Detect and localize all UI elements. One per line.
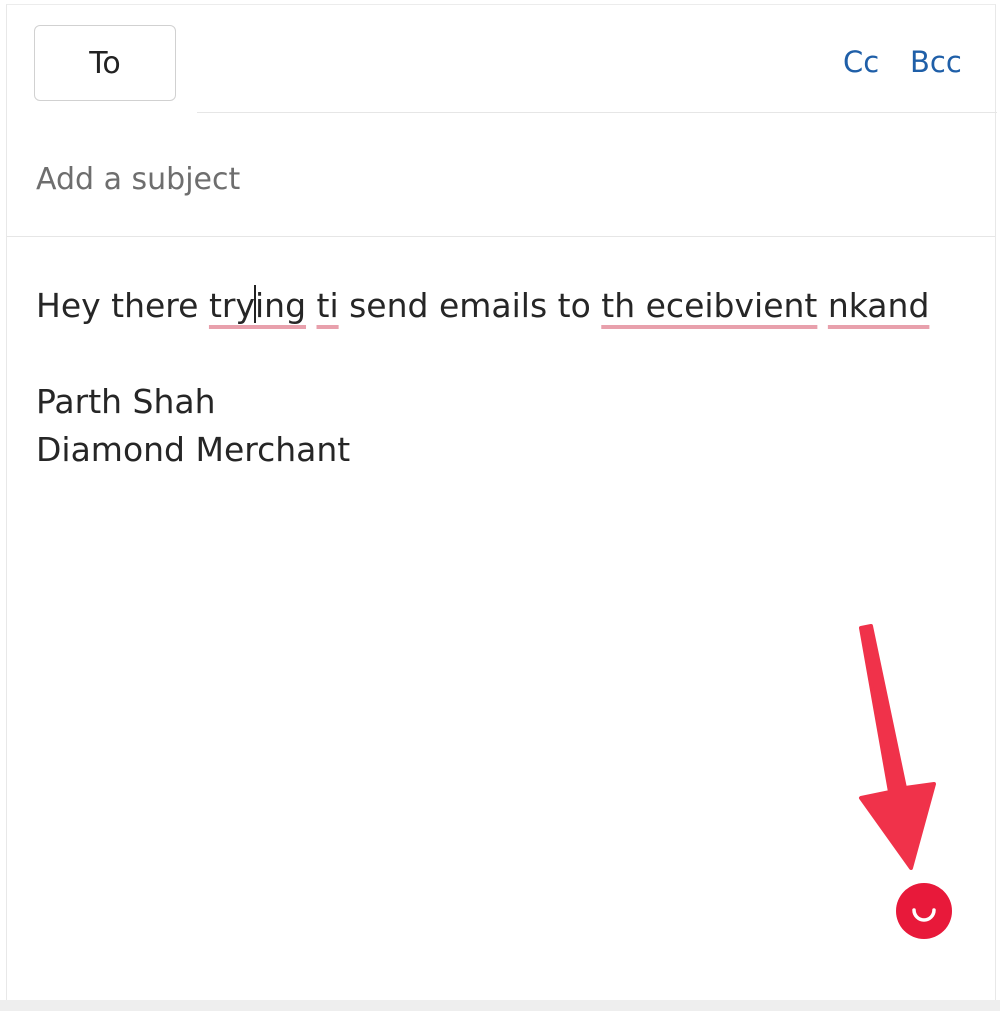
bottom-bar	[0, 1000, 1000, 1011]
cc-link[interactable]: Cc	[843, 45, 879, 79]
misspelled-word[interactable]: trying	[209, 285, 306, 325]
subject-input[interactable]	[36, 157, 936, 201]
body-space	[306, 286, 317, 325]
message-body[interactable]: Hey there trying ti send emails to th ec…	[7, 238, 995, 998]
to-button[interactable]: To	[34, 25, 176, 101]
editor-assistant-button[interactable]	[896, 883, 952, 939]
annotation-arrow-icon	[859, 624, 936, 870]
signature-title: Diamond Merchant	[36, 430, 351, 469]
body-space	[817, 286, 828, 325]
body-line: Hey there trying ti send emails to th ec…	[36, 282, 976, 330]
misspelled-word[interactable]: nkand	[828, 286, 930, 325]
misspelled-word[interactable]: th eceibvient	[601, 286, 817, 325]
misspelled-word[interactable]: ti	[317, 286, 339, 325]
signature-name: Parth Shah	[36, 382, 216, 421]
body-word: Hey there	[36, 286, 209, 325]
smile-icon	[912, 908, 936, 922]
message-body-text[interactable]: Hey there trying ti send emails to th ec…	[36, 282, 976, 474]
bcc-link[interactable]: Bcc	[910, 45, 962, 79]
subject-row	[7, 113, 995, 237]
recipients-row: To Cc Bcc	[7, 5, 997, 113]
body-word: send emails to	[338, 286, 602, 325]
